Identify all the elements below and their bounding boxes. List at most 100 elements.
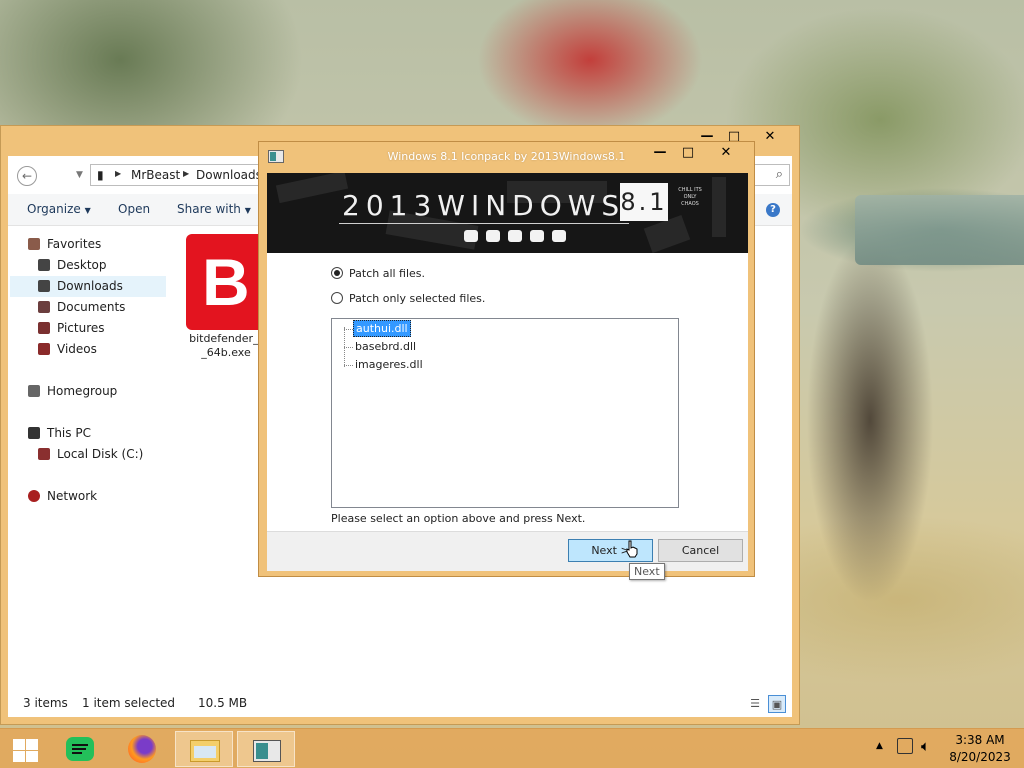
nav-label: Downloads (57, 279, 123, 293)
taskbar-notes-app[interactable] (53, 731, 111, 767)
maximize-button[interactable]: □ (675, 143, 701, 163)
banner-title: 2013WINDOWS (342, 189, 626, 222)
close-button[interactable]: ✕ (703, 143, 749, 163)
banner-decoration (712, 177, 726, 237)
share-with-menu[interactable]: Share with ▼ (177, 202, 251, 216)
banner-side-text: CHILL ITS ONLY CHAOS (678, 187, 702, 207)
clock-date: 8/20/2023 (949, 750, 1011, 764)
search-icon[interactable]: ⌕ (776, 167, 783, 182)
file-list[interactable]: authui.dll basebrd.dll imageres.dll (331, 318, 679, 508)
windows-logo-icon (13, 739, 39, 763)
computer-icon (28, 427, 40, 439)
installer-app-icon (253, 740, 281, 762)
tree-connector (344, 346, 353, 348)
recent-locations-dropdown-icon[interactable]: ▼ (76, 170, 83, 180)
notes-app-icon (66, 737, 94, 761)
cancel-button[interactable]: Cancel (658, 539, 743, 562)
file-list-item-label: basebrd.dll (355, 340, 417, 353)
selection-count: 1 item selected (82, 696, 176, 710)
breadcrumb-separator-icon[interactable]: ▶ (183, 169, 189, 178)
minimize-button[interactable]: — (647, 143, 673, 163)
network-status-icon[interactable] (897, 738, 913, 754)
file-list-item[interactable]: basebrd.dll (344, 338, 418, 356)
file-item-bitdefender[interactable]: B bitdefender_t _64b.exe (186, 234, 266, 364)
instagram-icon (508, 230, 522, 242)
nav-favorites[interactable]: Favorites (28, 234, 101, 255)
radio-button-unchecked[interactable] (331, 292, 343, 304)
file-list-item[interactable]: authui.dll (344, 320, 411, 338)
file-list-item[interactable]: imageres.dll (344, 356, 425, 374)
chevron-down-icon: ▼ (244, 206, 251, 215)
nav-network[interactable]: Network (28, 486, 97, 507)
network-icon (28, 490, 40, 502)
details-view-icon[interactable]: ☰ (746, 695, 764, 713)
file-explorer-icon (190, 740, 220, 762)
file-name-line1: bitdefender_t (189, 332, 263, 345)
nav-label: Network (47, 489, 98, 503)
next-button[interactable]: Next > (568, 539, 653, 562)
header-banner: 2013WINDOWS 8.1 CHILL ITS ONLY CHAOS (267, 173, 748, 253)
large-icons-view-icon[interactable]: ▣ (768, 695, 786, 713)
nav-downloads[interactable]: Downloads (10, 276, 166, 297)
nav-this-pc[interactable]: This PC (28, 423, 91, 444)
show-hidden-icons-icon[interactable]: ▲ (876, 741, 883, 751)
taskbar-firefox[interactable] (114, 731, 172, 767)
patch-all-label: Patch all files. (349, 267, 426, 280)
discord-icon (530, 230, 544, 242)
nav-label: Videos (57, 342, 97, 356)
instruction-text: Please select an option above and press … (331, 512, 586, 525)
banner-version: 8.1 (620, 183, 668, 221)
iconpack-installer-dialog[interactable]: Windows 8.1 Iconpack by 2013Windows8.1 —… (258, 141, 755, 577)
nav-homegroup[interactable]: Homegroup (28, 381, 117, 402)
nav-local-disk[interactable]: Local Disk (C:) (38, 444, 143, 465)
nav-videos[interactable]: Videos (38, 339, 97, 360)
next-tooltip: Next (629, 563, 665, 580)
dialog-title-bar[interactable]: Windows 8.1 Iconpack by 2013Windows8.1 —… (259, 142, 754, 170)
downloads-icon (38, 280, 50, 292)
social-icons (464, 230, 574, 244)
nav-label: Desktop (57, 258, 107, 272)
banner-decoration (275, 173, 349, 204)
patch-selected-option[interactable]: Patch only selected files. (331, 291, 485, 307)
nav-label: Documents (57, 300, 126, 314)
youtube-icon (464, 230, 478, 242)
open-button[interactable]: Open (118, 202, 150, 216)
nav-desktop[interactable]: Desktop (38, 255, 107, 276)
nav-label: Homegroup (47, 384, 118, 398)
breadcrumb-separator-icon[interactable]: ▶ (115, 169, 121, 178)
close-button[interactable]: ✕ (753, 127, 787, 147)
nav-label: Local Disk (C:) (57, 447, 144, 461)
desktop-icon (38, 259, 50, 271)
pictures-icon (38, 322, 50, 334)
radio-button-checked[interactable] (331, 267, 343, 279)
start-button[interactable] (0, 731, 58, 767)
volume-icon[interactable]: 🔈︎ (921, 737, 930, 755)
nav-pictures[interactable]: Pictures (38, 318, 105, 339)
taskbar-file-explorer[interactable] (175, 731, 233, 767)
wallpaper-roof-shape (855, 195, 1024, 265)
drive-icon (38, 448, 50, 460)
clock[interactable]: 3:38 AM 8/20/2023 (940, 732, 1020, 766)
breadcrumb-mrbeast[interactable]: MrBeast (131, 168, 180, 182)
github-icon (552, 230, 566, 242)
navigation-pane: Favorites Desktop Downloads Documents Pi… (8, 228, 178, 708)
banner-underline (339, 223, 629, 224)
back-arrow-icon[interactable]: ← (17, 166, 37, 186)
taskbar-installer[interactable] (237, 731, 295, 767)
patch-all-option[interactable]: Patch all files. (331, 266, 425, 282)
videos-icon (38, 343, 50, 355)
dialog-client-area: 2013WINDOWS 8.1 CHILL ITS ONLY CHAOS Pat… (267, 173, 748, 571)
nav-label: Pictures (57, 321, 105, 335)
organize-menu[interactable]: Organize ▼ (27, 202, 91, 216)
taskbar: ▲ 🔈︎ 3:38 AM 8/20/2023 (0, 728, 1024, 768)
documents-icon (38, 301, 50, 313)
tree-connector (344, 328, 353, 330)
twitter-icon (486, 230, 500, 242)
help-icon[interactable]: ? (766, 203, 780, 217)
patch-selected-label: Patch only selected files. (349, 292, 486, 305)
breadcrumb-downloads[interactable]: Downloads (196, 168, 262, 182)
organize-label: Organize (27, 202, 81, 216)
folder-icon: ▮ (97, 168, 104, 182)
nav-label: Favorites (47, 237, 102, 251)
nav-documents[interactable]: Documents (38, 297, 125, 318)
